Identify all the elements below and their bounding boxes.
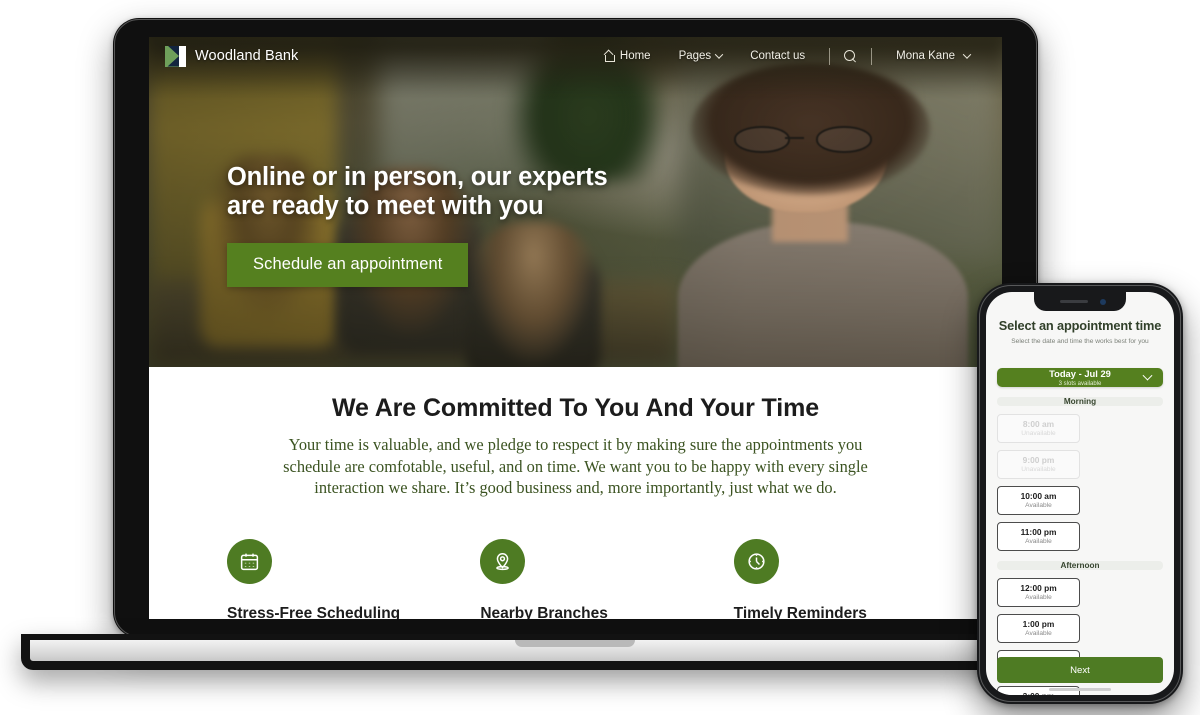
time-slot-status: Unavailable	[1021, 430, 1056, 437]
phone-device: Select an appointment time Select the da…	[977, 283, 1183, 704]
feature-nearby-branches: Nearby Branches We make it easy to choos…	[480, 538, 733, 619]
woodland-bank-logo-icon	[165, 45, 186, 67]
time-slot-status: Unavailable	[1021, 466, 1056, 473]
nav-divider-left	[829, 47, 831, 65]
nav-item-home[interactable]: Home	[590, 50, 665, 62]
commitment-section: We Are Committed To You And Your Time Yo…	[149, 367, 1002, 619]
nav-item-contact-us-label: Contact us	[750, 50, 806, 62]
calendar-icon	[227, 538, 272, 584]
hero-content: Online or in person, our experts are rea…	[227, 163, 707, 288]
feature-timely-reminders: Timely Reminders Our automated confirmat…	[733, 538, 987, 619]
laptop-base	[21, 634, 1129, 670]
hero-title-line-1: Online or in person, our experts	[227, 163, 608, 191]
section-paragraph: Your time is valuable, and we pledge to …	[283, 435, 868, 498]
brand-name: Woodland Bank	[195, 48, 299, 64]
time-slot-time: 12:00 pm	[1020, 583, 1057, 593]
phone-screen: Select an appointment time Select the da…	[986, 292, 1174, 695]
screenshot-stage: Online or in person, our experts are rea…	[0, 0, 1200, 715]
date-selector-sublabel: 3 slots available	[1058, 380, 1102, 387]
user-account-name: Mona Kane	[896, 50, 955, 62]
date-selector[interactable]: Today - Jul 29 3 slots available	[997, 368, 1163, 387]
user-account-menu[interactable]: Mona Kane	[882, 50, 984, 62]
section-title: We Are Committed To You And Your Time	[331, 394, 820, 422]
phone-title: Select an appointment time	[998, 318, 1162, 333]
time-slot-status: Available	[1025, 538, 1052, 545]
laptop-screen: Online or in person, our experts are rea…	[149, 37, 1002, 619]
main-navigation: Home Pages Contact us Mona Kane	[590, 47, 984, 65]
features-row: Stress-Free Scheduling Our online schedu…	[227, 538, 987, 619]
time-slot-status: Available	[1025, 594, 1052, 601]
search-button[interactable]	[840, 49, 861, 63]
time-slot-time: 9:00 pm	[1022, 455, 1055, 465]
chevron-down-icon	[962, 50, 972, 59]
phone-notch	[1034, 292, 1126, 311]
search-icon	[844, 49, 857, 63]
feature-stress-free-scheduling: Stress-Free Scheduling Our online schedu…	[227, 538, 480, 619]
phone-footer: Next	[997, 657, 1163, 683]
nav-item-home-label: Home	[619, 50, 651, 62]
brand[interactable]: Woodland Bank	[165, 45, 299, 67]
chevron-down-icon	[1142, 370, 1153, 381]
home-indicator	[1049, 688, 1111, 691]
slot-group-label-morning: Morning	[997, 396, 1163, 406]
map-pin-icon	[480, 538, 526, 584]
time-slot-status: Available	[1025, 502, 1052, 509]
site-header: Woodland Bank Home Pages Contact us Mona…	[149, 37, 1002, 75]
schedule-appointment-button[interactable]: Schedule an appointment	[227, 243, 469, 288]
time-slot[interactable]: 10:00 am Available	[997, 485, 1080, 515]
time-slot: 8:00 am Unavailable	[997, 413, 1080, 443]
time-slot[interactable]: 1:00 pm Available	[997, 613, 1080, 643]
nav-item-pages[interactable]: Pages	[665, 50, 737, 62]
feature-title: Timely Reminders	[733, 604, 867, 619]
time-slot[interactable]: 12:00 pm Available	[997, 577, 1080, 607]
home-icon	[604, 51, 615, 62]
nav-divider-right	[871, 47, 873, 65]
nav-item-contact-us[interactable]: Contact us	[736, 50, 819, 62]
next-button[interactable]: Next	[997, 657, 1163, 683]
feature-title: Nearby Branches	[480, 604, 608, 619]
time-slot-time: 8:00 am	[1022, 419, 1055, 429]
slot-grid-morning: 8:00 am Unavailable 9:00 pm Unavailable …	[997, 413, 1163, 551]
clock-icon	[733, 538, 779, 584]
laptop-device: Online or in person, our experts are rea…	[21, 18, 1129, 670]
time-slot-time: 10:00 am	[1020, 491, 1057, 501]
slot-group-label-afternoon: Afternoon	[997, 560, 1163, 570]
time-slot: 9:00 pm Unavailable	[997, 449, 1080, 479]
hero-title-line-2: are ready to meet with you	[227, 192, 544, 221]
date-selector-label: Today - Jul 29	[1049, 368, 1111, 379]
laptop-base-notch	[515, 640, 635, 647]
time-slot-time: 3:00 pm	[1023, 691, 1055, 695]
appointment-picker: Select an appointment time Select the da…	[986, 292, 1174, 695]
phone-subtitle: Select the date and time the works best …	[1011, 338, 1149, 345]
time-slot[interactable]: 11:00 pm Available	[997, 521, 1080, 551]
feature-title: Stress-Free Scheduling	[227, 604, 401, 619]
time-slot-time: 11:00 pm	[1020, 527, 1057, 537]
hero-title: Online or in person, our experts are rea…	[227, 163, 707, 221]
camera-icon	[1100, 298, 1106, 305]
nav-item-pages-label: Pages	[678, 50, 712, 62]
time-slot-time: 1:00 pm	[1022, 619, 1055, 629]
chevron-down-icon	[714, 50, 724, 59]
speaker-icon	[1060, 300, 1088, 304]
hero-section: Online or in person, our experts are rea…	[149, 37, 1002, 367]
time-slot-status: Available	[1025, 630, 1052, 637]
